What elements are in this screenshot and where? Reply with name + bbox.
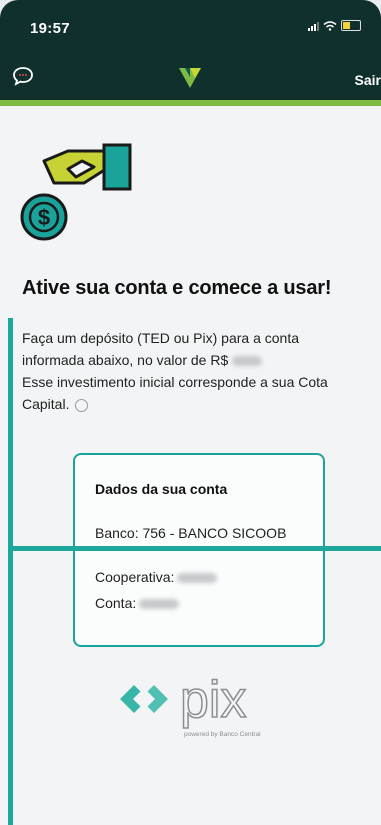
- redacted-amount: [232, 356, 263, 367]
- card-title: Dados da sua conta: [95, 481, 228, 497]
- desc-line-4: Capital.: [22, 393, 367, 415]
- status-time: 19:57: [30, 20, 70, 37]
- top-nav: Sair: [0, 50, 381, 100]
- desc-line-3: Esse investimento inicial corresponde a …: [22, 374, 328, 390]
- page-title: Ative sua conta e comece a usar!: [22, 277, 332, 299]
- teal-frame-horizontal: [8, 546, 381, 551]
- pix-logo: pix powered by Banco Central: [120, 673, 261, 738]
- redacted-cooperative: [177, 573, 218, 584]
- cooperative-info: Cooperativa:: [95, 569, 218, 585]
- pix-tagline: powered by Banco Central: [184, 731, 261, 738]
- sicoob-logo: [179, 68, 201, 88]
- pix-wordmark: pix: [180, 673, 246, 729]
- svg-text:$: $: [38, 205, 50, 230]
- battery-icon: [341, 20, 361, 31]
- hand-coin-illustration: $: [20, 143, 132, 241]
- status-icons: [308, 20, 361, 31]
- app-screen: 19:57 Sair $ Ative sua conta e comece a …: [0, 0, 381, 825]
- logout-button[interactable]: Sair: [355, 72, 381, 88]
- signal-icon: [308, 21, 319, 31]
- wifi-icon: [323, 20, 337, 31]
- account-info: Conta:: [95, 595, 180, 611]
- instructions-text: Faça um depósito (TED ou Pix) para a con…: [22, 327, 367, 415]
- bank-info: Banco: 756 - BANCO SICOOB: [95, 525, 287, 541]
- desc-line-1: Faça um depósito (TED ou Pix) para a con…: [22, 330, 300, 346]
- status-bar: 19:57: [0, 0, 381, 50]
- chat-bubble-icon[interactable]: [12, 66, 34, 86]
- desc-line-2: informada abaixo, no valor de R$: [22, 349, 367, 371]
- info-icon[interactable]: [75, 398, 89, 412]
- main-content: $ Ative sua conta e comece a usar! Faça …: [0, 106, 381, 825]
- teal-frame-vertical: [8, 318, 13, 825]
- redacted-account: [139, 599, 180, 610]
